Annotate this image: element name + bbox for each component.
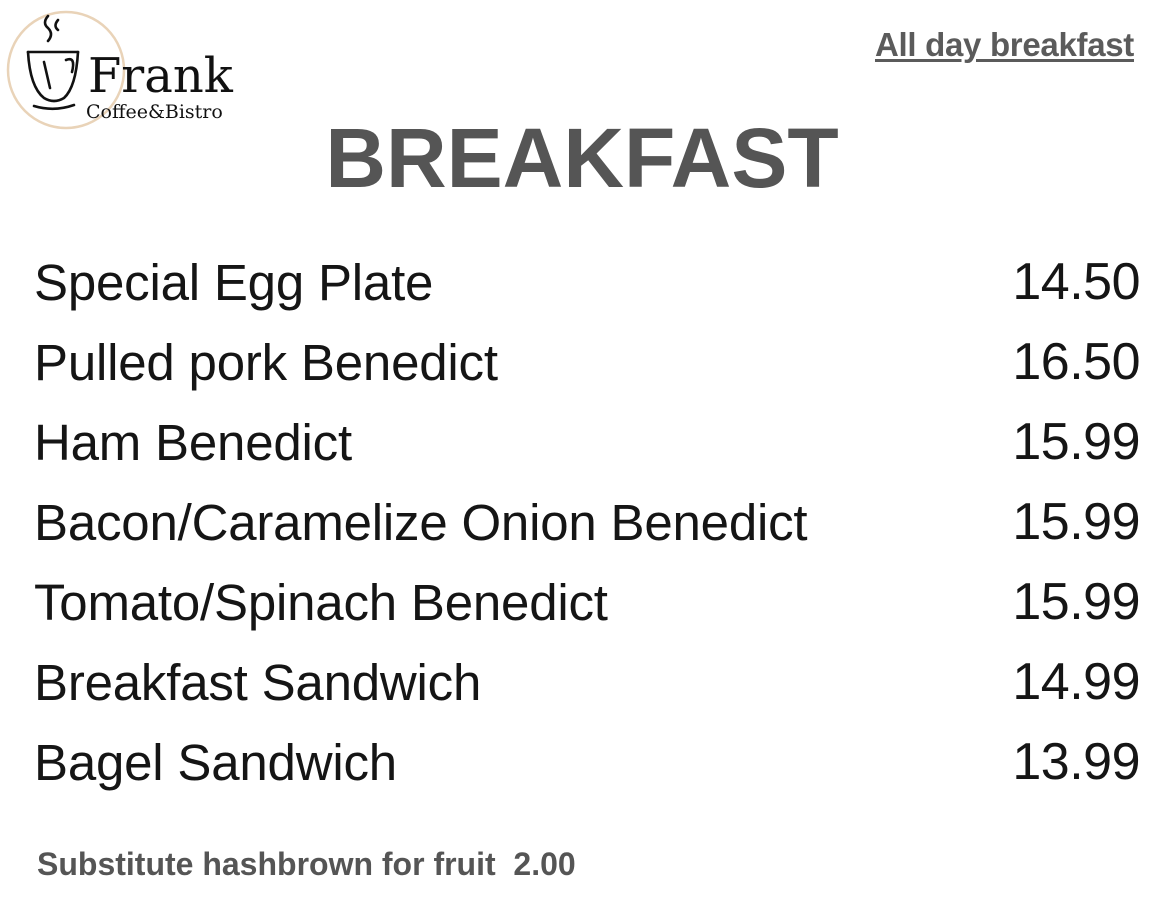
menu-item: Bacon/Caramelize Onion Benedict 15.99 xyxy=(34,482,1140,562)
menu-item-name: Special Egg Plate xyxy=(34,253,434,311)
menu-item-price: 15.99 xyxy=(1012,413,1140,471)
all-day-breakfast-heading: All day breakfast xyxy=(874,26,1134,63)
menu-item-name: Breakfast Sandwich xyxy=(34,653,482,711)
menu-item: Pulled pork Benedict 16.50 xyxy=(34,322,1140,402)
menu-item: Tomato/Spinach Benedict 15.99 xyxy=(34,562,1140,642)
menu-item-price: 14.99 xyxy=(1012,653,1140,711)
coffee-cup-icon xyxy=(26,14,80,111)
menu-item-name: Bacon/Caramelize Onion Benedict xyxy=(34,493,808,551)
menu-item: Special Egg Plate 14.50 xyxy=(34,242,1140,322)
menu-item-name: Bagel Sandwich xyxy=(34,733,397,791)
substitution-note: Substitute hashbrown for fruit 2.00 xyxy=(37,846,576,882)
menu-item-price: 16.50 xyxy=(1012,333,1140,391)
menu-title: BREAKFAST xyxy=(325,111,839,205)
menu-item-price: 15.99 xyxy=(1012,573,1140,631)
menu-item: Bagel Sandwich 13.99 xyxy=(34,722,1140,802)
menu-list: Special Egg Plate 14.50 Pulled pork Bene… xyxy=(34,242,1140,802)
menu-item-name: Ham Benedict xyxy=(34,413,352,471)
menu-item-price: 13.99 xyxy=(1012,733,1140,791)
menu-item: Breakfast Sandwich 14.99 xyxy=(34,642,1140,722)
logo-name: Frankly xyxy=(88,48,234,104)
menu-item: Ham Benedict 15.99 xyxy=(34,402,1140,482)
menu-item-price: 14.50 xyxy=(1012,253,1140,311)
menu-item-name: Pulled pork Benedict xyxy=(34,333,498,391)
menu-item-price: 15.99 xyxy=(1012,493,1140,551)
menu-item-name: Tomato/Spinach Benedict xyxy=(34,573,608,631)
